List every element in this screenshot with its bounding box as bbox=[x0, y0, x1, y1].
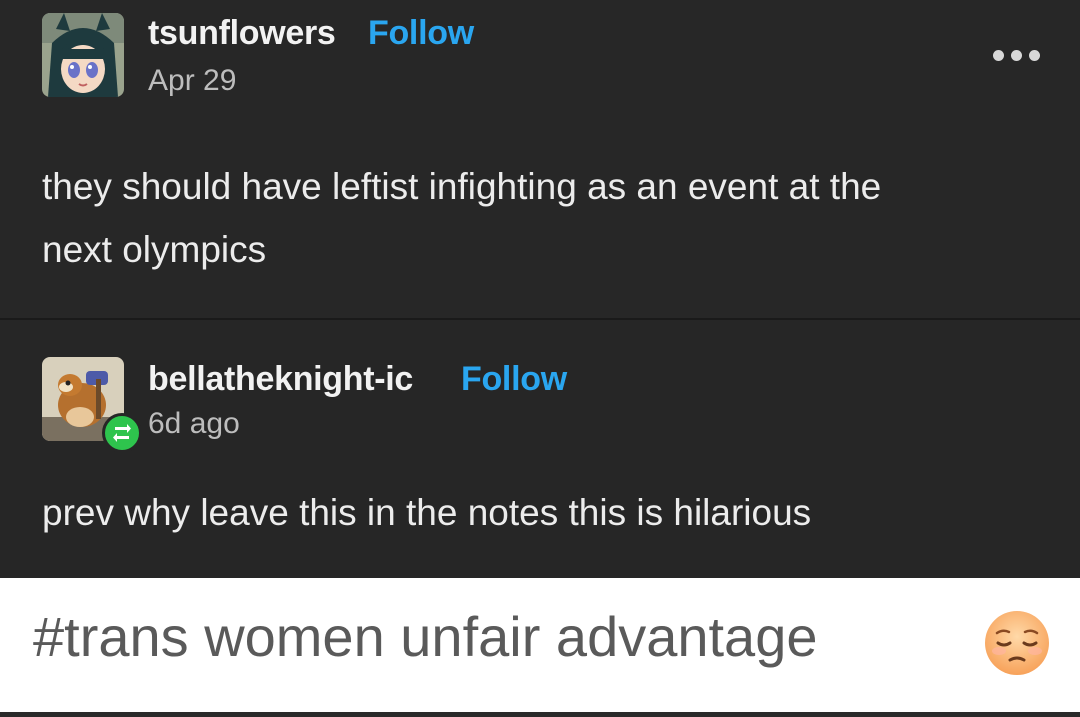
username[interactable]: tsunflowers bbox=[148, 14, 336, 53]
post-body: prev why leave this in the notes this is… bbox=[42, 481, 1042, 544]
username[interactable]: bellatheknight-ic bbox=[148, 360, 413, 399]
follow-button[interactable]: Follow bbox=[461, 360, 567, 399]
reblog-icon bbox=[113, 424, 131, 442]
more-options-icon[interactable] bbox=[993, 45, 1041, 67]
reblog-badge bbox=[102, 413, 142, 453]
post-body-line: prev why leave this in the notes this is… bbox=[42, 492, 812, 533]
pensive-face-emoji-icon bbox=[985, 611, 1049, 675]
post-body-line: they should have leftist infighting as a… bbox=[42, 166, 882, 207]
follow-button[interactable]: Follow bbox=[368, 14, 474, 53]
anime-avatar-image bbox=[42, 13, 124, 97]
post-bellatheknight-ic: bellatheknight-ic Follow 6d ago prev why… bbox=[0, 320, 1080, 578]
tag-caption-text: #trans women unfair advantage bbox=[33, 605, 818, 668]
bottom-edge bbox=[0, 712, 1080, 717]
post-timestamp[interactable]: Apr 29 bbox=[148, 64, 236, 98]
post-body: they should have leftist infighting as a… bbox=[42, 155, 1042, 281]
avatar-tsunflowers[interactable] bbox=[42, 13, 124, 97]
post-timestamp[interactable]: 6d ago bbox=[148, 407, 240, 441]
post-body-line: next olympics bbox=[42, 229, 267, 270]
post-tsunflowers: tsunflowers Follow Apr 29 they should ha… bbox=[0, 0, 1080, 318]
